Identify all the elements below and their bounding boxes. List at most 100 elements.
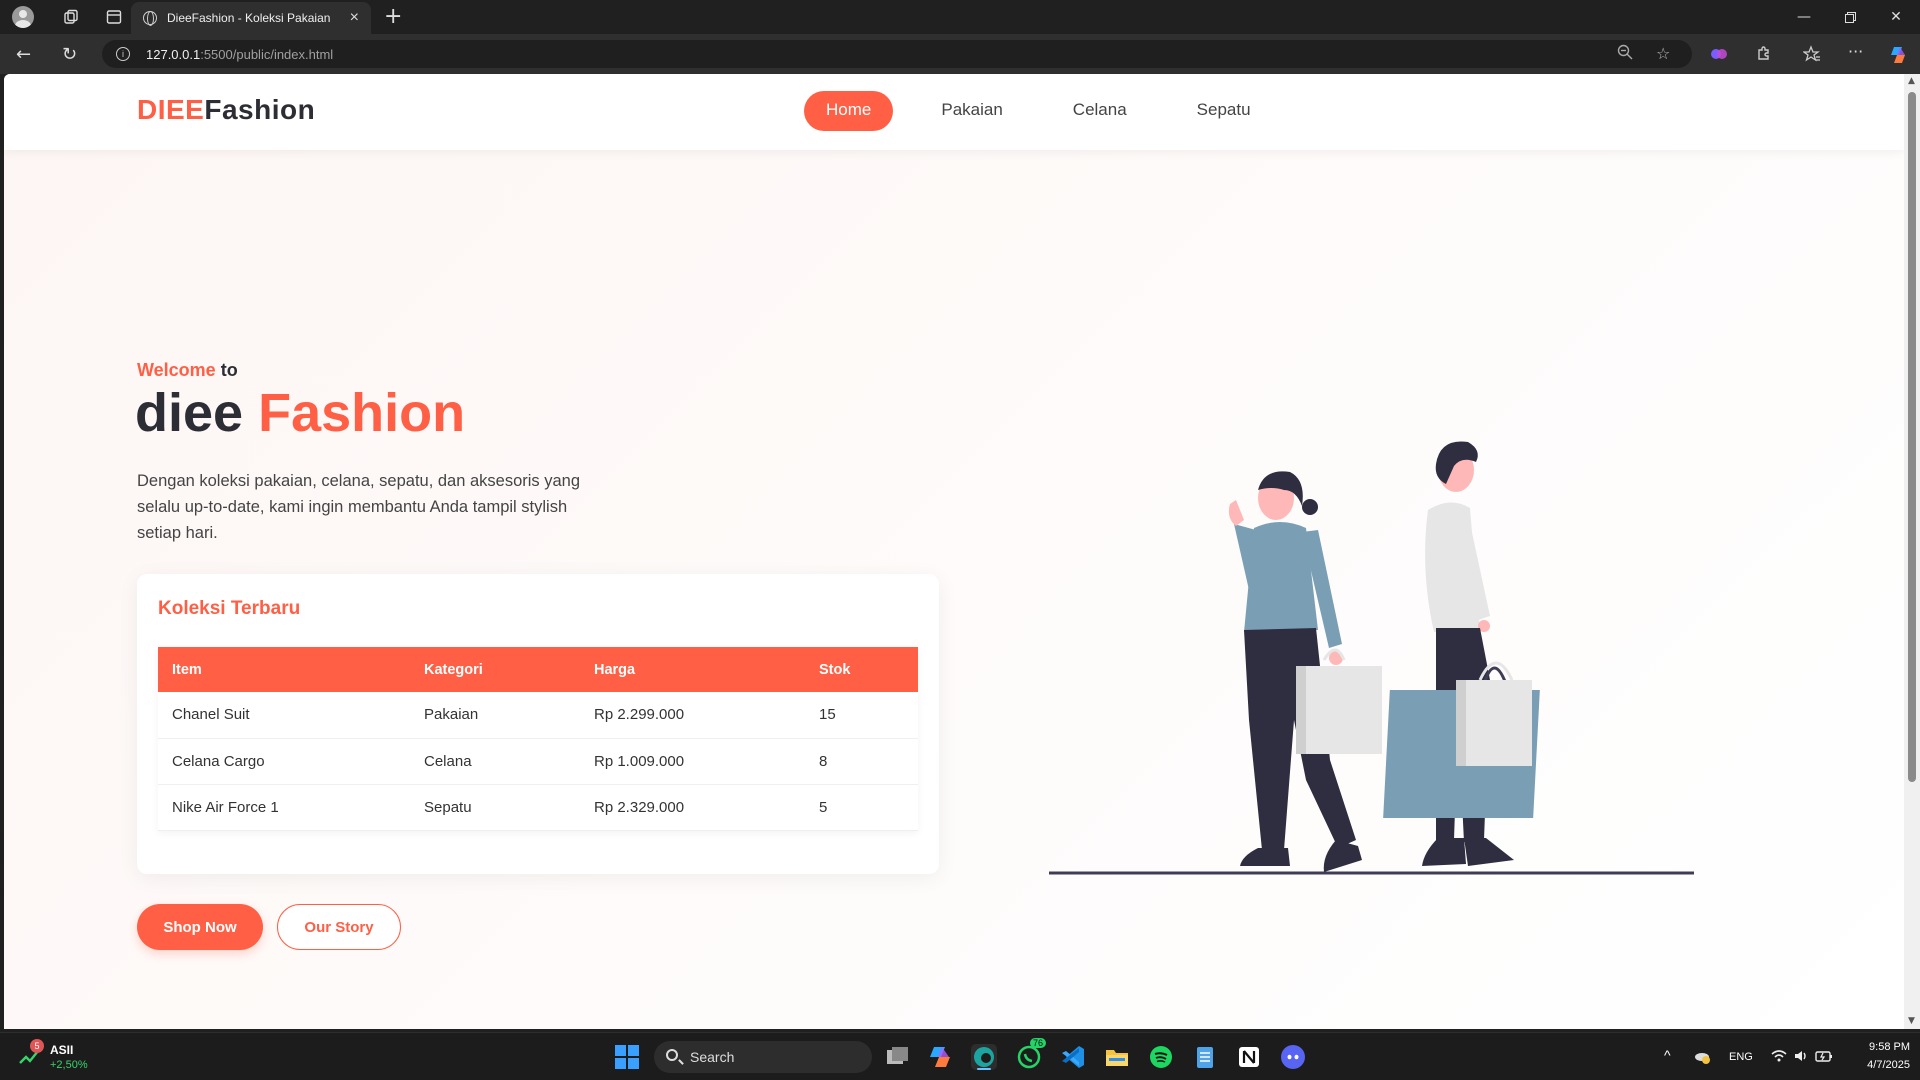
volume-icon[interactable] [1792,1047,1810,1065]
page-viewport: DIEEFashion Home Pakaian Celana Sepatu W… [4,74,1904,1029]
nav-celana[interactable]: Celana [1051,91,1149,131]
collection-card: Koleksi Terbaru Item Kategori Harga Stok… [137,574,939,874]
nav-pakaian[interactable]: Pakaian [919,91,1024,131]
workspaces-icon[interactable] [60,6,82,28]
language-indicator[interactable]: ENG [1729,1051,1753,1063]
clock-date[interactable]: 4/7/2025 [1852,1059,1910,1071]
battery-icon[interactable] [1814,1047,1834,1065]
header-harga: Harga [594,661,636,678]
copilot-taskbar-icon[interactable] [927,1044,953,1070]
cell-harga: Rp 1.009.000 [580,738,805,785]
onedrive-icon[interactable] [1693,1047,1711,1065]
table-row: Chanel Suit Pakaian Rp 2.299.000 15 [158,692,918,739]
cell-item: Celana Cargo [158,738,410,785]
windows-taskbar: 5 ASII +2,50% Search 76 ^ ENG 9:58 PM 4/… [0,1032,1920,1080]
shop-now-button[interactable]: Shop Now [137,904,263,950]
headline-main: diee [135,383,244,443]
copilot-icon[interactable] [1888,45,1906,63]
stock-badge: 5 [30,1039,44,1053]
cell-stok: 8 [805,738,918,785]
cell-item: Nike Air Force 1 [158,784,410,831]
copilot-extension-icon[interactable] [1710,45,1728,63]
welcome-text: Welcome to [137,360,238,381]
site-logo[interactable]: DIEEFashion [137,94,315,126]
edge-taskbar-icon[interactable] [971,1044,997,1070]
scroll-up-icon[interactable]: ▲ [1908,76,1915,86]
whatsapp-badge: 76 [1030,1038,1047,1048]
whatsapp-icon[interactable]: 76 [1016,1038,1047,1070]
close-tab-icon[interactable]: × [350,9,359,27]
cell-harga: Rp 2.329.000 [580,784,805,831]
collection-table: Item Kategori Harga Stok Chanel Suit Pak… [158,647,918,831]
discord-icon[interactable] [1280,1044,1306,1070]
welcome-rest: to [220,360,238,380]
table-row: Nike Air Force 1 Sepatu Rp 2.329.000 5 [158,784,918,831]
close-window-icon[interactable]: ✕ [1873,0,1919,34]
scrollbar-thumb[interactable] [1908,92,1916,782]
header-stok: Stok [819,661,851,678]
url-host: 127.0.0.1 [146,46,201,62]
start-icon[interactable] [614,1044,640,1070]
page-scrollbar[interactable]: ▲ ▼ [1904,74,1920,1029]
file-explorer-icon[interactable] [1104,1044,1130,1070]
stock-name: ASII [50,1043,74,1057]
browser-tab[interactable]: DieeFashion - Koleksi Pakaian × [131,2,371,34]
our-story-button[interactable]: Our Story [277,904,401,950]
new-tab-icon[interactable]: + [384,4,402,29]
extensions-icon[interactable] [1755,45,1773,63]
stock-change: +2,50% [50,1059,88,1071]
header-item: Item [172,661,202,678]
cell-kategori: Celana [410,738,580,785]
notepad-icon[interactable] [1192,1044,1218,1070]
table-header-row: Item Kategori Harga Stok [158,647,918,692]
table-row: Celana Cargo Celana Rp 1.009.000 8 [158,738,918,785]
site-header: DIEEFashion Home Pakaian Celana Sepatu [4,74,1904,150]
search-label: Search [690,1049,735,1065]
collection-title: Koleksi Terbaru [158,598,301,619]
back-icon[interactable]: ← [16,44,31,65]
cell-stok: 5 [805,784,918,831]
task-view-icon[interactable] [884,1044,910,1070]
search-icon [666,1049,678,1061]
restore-icon[interactable] [1827,0,1873,34]
header-kategori: Kategori [424,661,483,678]
hero-headline: diee Fashion [135,382,465,444]
headline-accent: Fashion [258,383,466,443]
url-path: :5500/public/index.html [200,46,334,62]
more-options-icon[interactable]: ··· [1848,42,1866,61]
refresh-icon[interactable]: ↻ [62,44,77,65]
site-info-icon[interactable]: i [116,47,130,61]
wifi-icon[interactable] [1770,1047,1788,1065]
address-bar[interactable]: i 127.0.0.1 :5500/public/index.html [102,40,1692,68]
browser-titlebar: DieeFashion - Koleksi Pakaian × + — ✕ [0,0,1920,34]
favorite-star-icon[interactable]: ☆ [1656,44,1670,63]
main-nav: Home Pakaian Celana Sepatu [804,91,1285,131]
cell-kategori: Pakaian [410,692,580,739]
zoom-icon[interactable] [1617,44,1633,64]
welcome-accent: Welcome [137,360,216,380]
nav-home[interactable]: Home [804,91,894,131]
logo-accent: DIEE [137,94,205,125]
notion-icon[interactable] [1236,1044,1262,1070]
globe-icon [143,11,157,26]
shopping-couple-illustration [1049,441,1694,875]
clock-time[interactable]: 9:58 PM [1858,1041,1910,1053]
spotify-icon[interactable] [1148,1044,1174,1070]
cell-item: Chanel Suit [158,692,410,739]
minimize-icon[interactable]: — [1781,0,1827,34]
woman-figure [1228,471,1382,872]
cell-stok: 15 [805,692,918,739]
hero-section: Welcome to diee Fashion Dengan koleksi p… [4,150,1904,1029]
scroll-down-icon[interactable]: ▼ [1908,1016,1915,1026]
tab-title: DieeFashion - Koleksi Pakaian [167,11,331,25]
vertical-tabs-icon[interactable] [103,6,125,28]
cell-kategori: Sepatu [410,784,580,831]
vscode-icon[interactable] [1060,1044,1086,1070]
nav-sepatu[interactable]: Sepatu [1175,91,1273,131]
taskbar-search[interactable]: Search [654,1041,872,1073]
hero-description: Dengan koleksi pakaian, celana, sepatu, … [137,472,581,542]
show-hidden-icons-icon[interactable]: ^ [1664,1047,1671,1063]
profile-icon[interactable] [12,6,34,28]
favorites-icon[interactable] [1802,45,1821,63]
cell-harga: Rp 2.299.000 [580,692,805,739]
